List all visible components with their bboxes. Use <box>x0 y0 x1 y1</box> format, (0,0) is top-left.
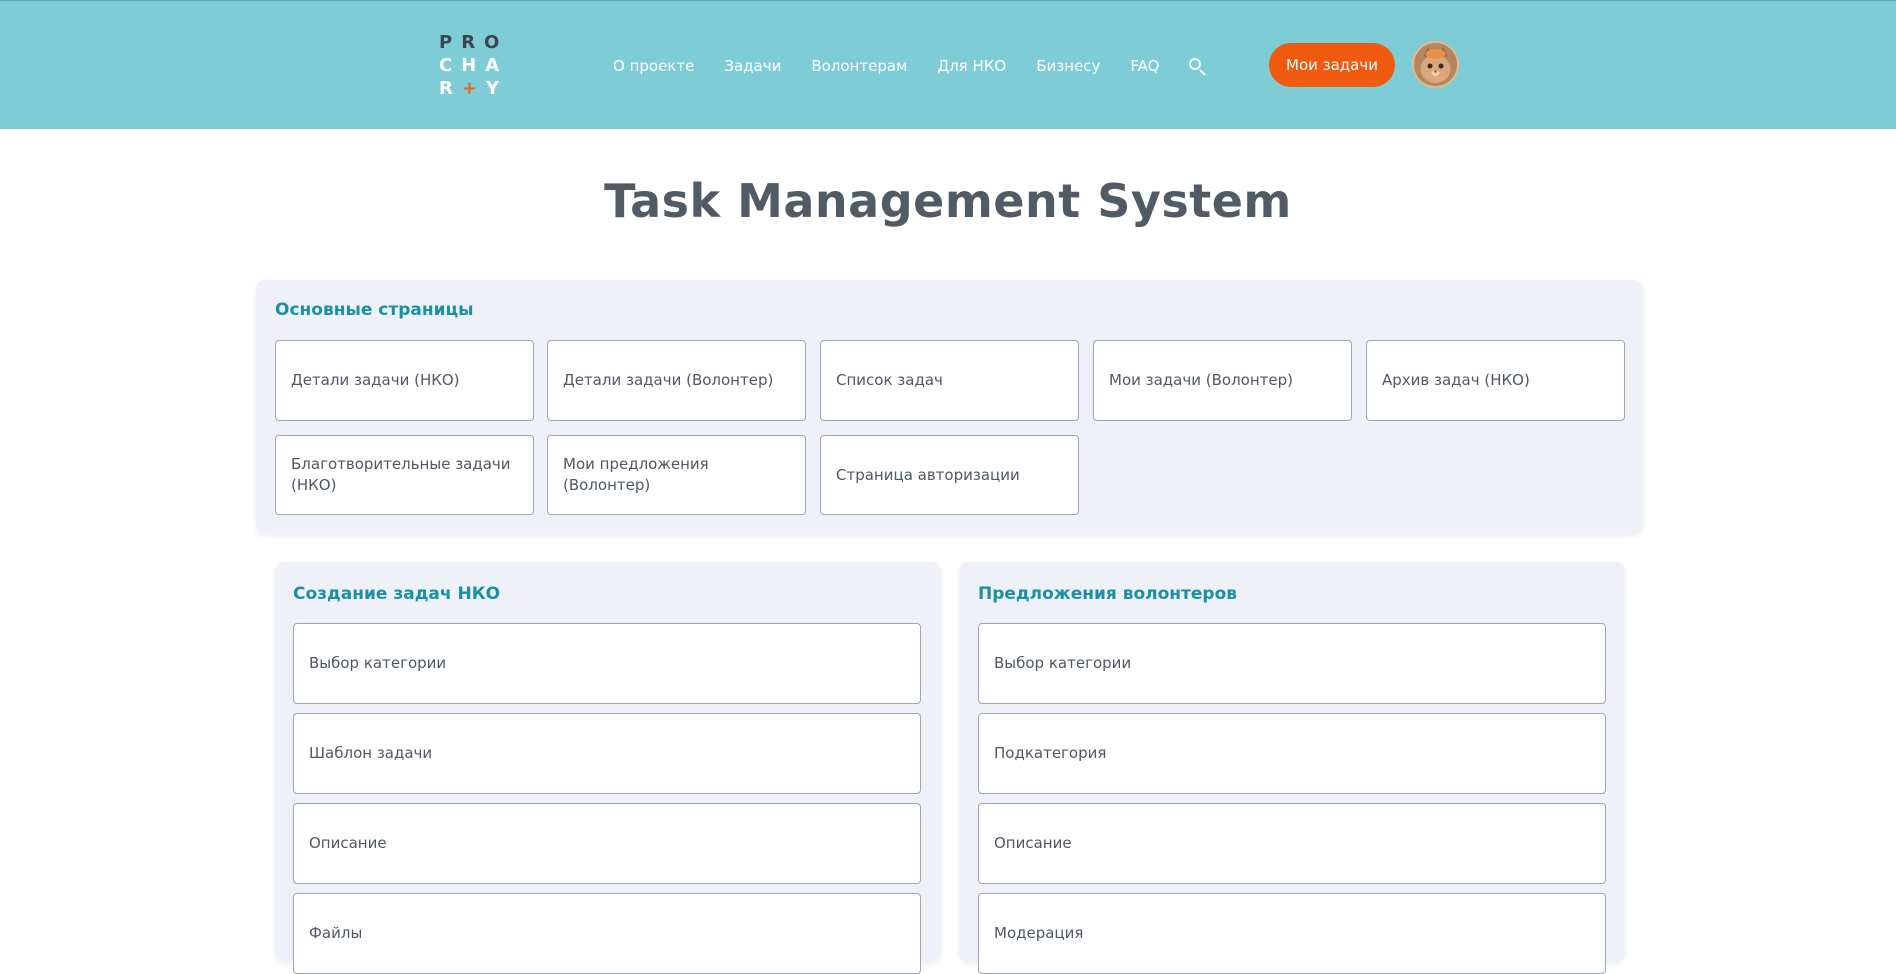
main-pages-panel: Основные страницы Детали задачи (НКО) Де… <box>256 280 1643 534</box>
avatar-cat-image <box>1414 43 1457 86</box>
logo-letter-r: R <box>439 78 462 99</box>
card-my-tasks-volunteer[interactable]: Мои задачи (Волонтер) <box>1093 340 1352 421</box>
prosharity-logo[interactable]: PRO CHA R+Y <box>439 31 509 101</box>
logo-row-3: R+Y <box>439 77 509 100</box>
nav-volunteers[interactable]: Волонтерам <box>811 57 907 75</box>
nko-task-creation-panel: Создание задач НКО Выбор категории Шабло… <box>275 562 941 974</box>
nko-step-template[interactable]: Шаблон задачи <box>293 713 921 794</box>
nav-faq[interactable]: FAQ <box>1130 57 1159 75</box>
offer-step-moderation[interactable]: Модерация <box>978 893 1606 974</box>
main-nav: О проекте Задачи Волонтерам Для НКО Бизн… <box>613 55 1207 77</box>
main-pages-title: Основные страницы <box>275 300 474 320</box>
card-task-details-volunteer[interactable]: Детали задачи (Волонтер) <box>547 340 806 421</box>
card-auth-page[interactable]: Страница авторизации <box>820 435 1079 515</box>
logo-row-2-text: CHA <box>439 55 509 76</box>
nav-business[interactable]: Бизнесу <box>1036 57 1100 75</box>
site-header: PRO CHA R+Y О проекте Задачи Волонтерам … <box>0 0 1896 129</box>
card-task-archive-nko[interactable]: Архив задач (НКО) <box>1366 340 1625 421</box>
my-tasks-button[interactable]: Мои задачи <box>1269 43 1395 87</box>
card-task-details-nko[interactable]: Детали задачи (НКО) <box>275 340 534 421</box>
user-avatar[interactable] <box>1412 41 1459 88</box>
card-charity-tasks-nko[interactable]: Благотворительные задачи (НКО) <box>275 435 534 515</box>
nav-about[interactable]: О проекте <box>613 57 694 75</box>
offer-step-subcategory[interactable]: Подкатегория <box>978 713 1606 794</box>
nko-task-creation-title: Создание задач НКО <box>293 584 501 604</box>
search-icon[interactable] <box>1187 56 1207 76</box>
logo-letter-y: Y <box>485 78 509 99</box>
search-icon-handle <box>1199 69 1207 76</box>
nko-step-category[interactable]: Выбор категории <box>293 623 921 704</box>
logo-row-1: PRO <box>439 32 509 53</box>
card-task-list[interactable]: Список задач <box>820 340 1079 421</box>
search-icon-lens <box>1189 58 1202 70</box>
volunteer-offers-title: Предложения волонтеров <box>978 584 1238 604</box>
page-title: Task Management System <box>604 174 1292 228</box>
card-my-offers-volunteer[interactable]: Мои предложения (Волонтер) <box>547 435 806 515</box>
nav-nko[interactable]: Для НКО <box>937 57 1006 75</box>
nko-step-files[interactable]: Файлы <box>293 893 921 974</box>
offer-step-description[interactable]: Описание <box>978 803 1606 884</box>
nav-tasks[interactable]: Задачи <box>724 57 781 75</box>
logo-row-2: CHA <box>439 54 509 77</box>
nko-step-description[interactable]: Описание <box>293 803 921 884</box>
volunteer-offers-panel: Предложения волонтеров Выбор категории П… <box>959 562 1625 974</box>
logo-plus-icon: + <box>461 78 486 99</box>
offer-step-category[interactable]: Выбор категории <box>978 623 1606 704</box>
